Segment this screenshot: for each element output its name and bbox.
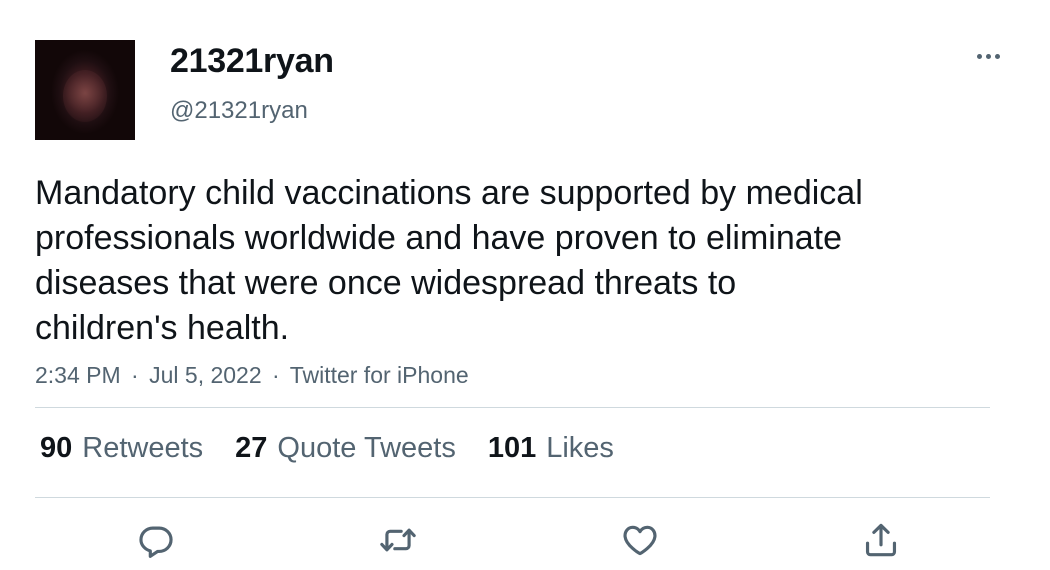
reply-button[interactable] <box>136 520 176 560</box>
quote-tweets-stat[interactable]: 27 Quote Tweets <box>235 432 456 465</box>
reply-icon <box>139 526 173 558</box>
more-horizontal-icon-dot <box>985 53 991 59</box>
more-horizontal-icon <box>976 53 982 59</box>
tweet-meta: 2:34 PM · Jul 5, 2022 · Twitter for iPho… <box>35 362 469 389</box>
meta-separator: · <box>272 362 280 388</box>
tweet-text-line: children's health. <box>35 309 290 347</box>
tweet-text-line: professionals worldwide and have proven … <box>35 219 843 257</box>
quote-tweets-label: Quote Tweets <box>277 432 456 464</box>
divider <box>35 497 990 498</box>
heart-icon <box>623 525 657 556</box>
avatar-photo <box>63 70 107 122</box>
tweet-text: Mandatory child vaccinations are support… <box>35 171 995 351</box>
display-name[interactable]: 21321ryan <box>170 42 334 81</box>
share-button[interactable] <box>861 520 901 560</box>
retweets-label: Retweets <box>82 432 204 464</box>
more-options-button[interactable] <box>970 40 1006 72</box>
quote-tweets-count: 27 <box>235 432 268 464</box>
share-icon <box>865 523 897 557</box>
more-horizontal-icon-dot <box>994 53 1000 59</box>
tweet-text-line: Mandatory child vaccinations are support… <box>35 174 863 212</box>
user-handle[interactable]: @21321ryan <box>170 97 308 125</box>
tweet-date[interactable]: Jul 5, 2022 <box>149 362 262 388</box>
retweets-stat[interactable]: 90 Retweets <box>40 432 203 465</box>
retweet-button[interactable] <box>378 520 418 560</box>
likes-count: 101 <box>487 432 537 464</box>
retweet-icon <box>380 528 416 552</box>
tweet-source[interactable]: Twitter for iPhone <box>290 362 469 388</box>
divider <box>35 407 990 408</box>
likes-label: Likes <box>546 432 614 464</box>
tweet-text-line: diseases that were once widespread threa… <box>35 264 737 302</box>
engagement-stats: 90 Retweets 27 Quote Tweets 101 Likes <box>40 432 646 465</box>
avatar[interactable] <box>35 40 135 140</box>
tweet-time[interactable]: 2:34 PM <box>35 362 121 388</box>
likes-stat[interactable]: 101 Likes <box>488 432 614 465</box>
meta-separator: · <box>131 362 139 388</box>
like-button[interactable] <box>620 520 660 560</box>
retweets-count: 90 <box>40 432 73 464</box>
